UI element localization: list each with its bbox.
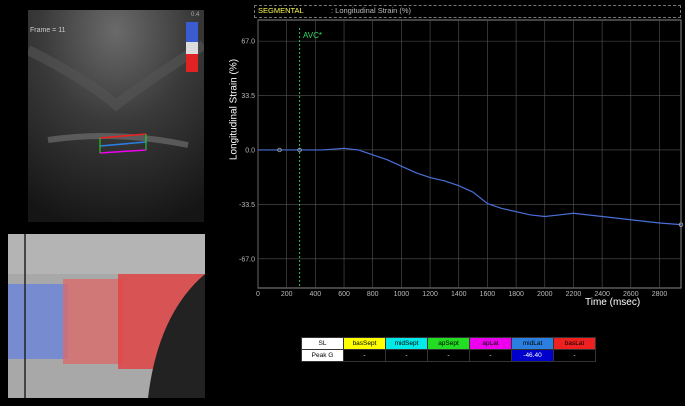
x-tick-label: 200 <box>281 291 293 298</box>
segment-header: midSept <box>385 337 428 350</box>
avc-annotation: AVC* <box>303 31 322 40</box>
y-tick-label: -67.0 <box>239 256 255 263</box>
x-tick-label: 2000 <box>537 291 553 298</box>
segment-header: apSept <box>427 337 470 350</box>
y-tick-label: 0.0 <box>245 147 255 154</box>
y-tick-label: -33.5 <box>239 202 255 209</box>
x-tick-label: 0 <box>256 291 260 298</box>
x-tick-label: 1600 <box>480 291 496 298</box>
peak-value-cell: - <box>427 349 470 362</box>
x-tick-label: 1000 <box>394 291 410 298</box>
x-tick-label: 2200 <box>566 291 582 298</box>
peak-value-cell: - <box>343 349 386 362</box>
x-tick-label: 600 <box>338 291 350 298</box>
x-tick-label: 1200 <box>422 291 438 298</box>
x-axis-title: Time (msec) <box>585 297 641 308</box>
x-tick-label: 2800 <box>652 291 668 298</box>
plot-frame <box>257 19 682 289</box>
segment-header: apLat <box>469 337 512 350</box>
segment-peak-table: SL basSept midSept apSept apLat midLat basLat … <box>301 337 596 362</box>
strain-curve <box>258 147 682 226</box>
table-row: Peak G - - - - -46.40- <box>301 349 596 362</box>
y-tick-label: 33.5 <box>241 93 255 100</box>
y-axis-title: Longitudinal Strain (%) <box>228 58 240 161</box>
x-tick-label: 1400 <box>451 291 467 298</box>
peak-value-cell: - <box>553 349 596 362</box>
segment-header: basSept <box>343 337 386 350</box>
peak-value-cell: - <box>469 349 512 362</box>
peak-value-cell: -46.40 <box>511 349 554 362</box>
x-tick-label: 800 <box>367 291 379 298</box>
row-label: Peak G <box>301 349 344 362</box>
table-corner-label: SL <box>301 337 344 350</box>
segment-header: midLat <box>511 337 554 350</box>
x-tick-label: 400 <box>310 291 322 298</box>
x-tick-label: 1800 <box>508 291 524 298</box>
segment-header: basLat <box>553 337 596 350</box>
table-header-row: SL basSept midSept apSept apLat midLat basLat <box>301 337 596 350</box>
y-tick-label: 67.0 <box>241 39 255 46</box>
peak-value-cell: - <box>385 349 428 362</box>
